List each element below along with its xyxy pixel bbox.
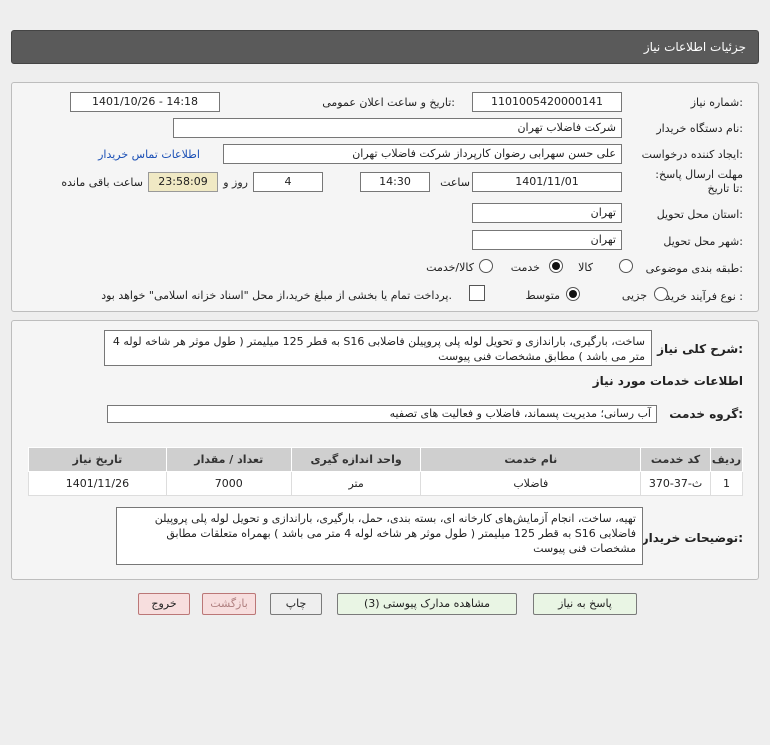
- announce-date-field: 1401/10/26 - 14:18: [70, 92, 220, 112]
- creator-field: علی حسن سهرابی رضوان کارپرداز شرکت فاضلا…: [223, 144, 622, 164]
- province-field: تهران: [472, 203, 622, 223]
- cell-service-name: فاضلاب: [420, 471, 642, 496]
- deadline-time-field: 14:30: [360, 172, 430, 192]
- cell-need-date: 1401/11/26: [28, 471, 167, 496]
- process-option-medium: متوسط: [525, 289, 560, 302]
- col-unit: واحد اندازه گیری: [290, 447, 422, 472]
- city-field: تهران: [472, 230, 622, 250]
- col-service-name: نام خدمت: [420, 447, 642, 472]
- service-group-label: گروه خدمت:: [669, 407, 743, 421]
- summary-label: شرح کلی نیاز:: [657, 342, 743, 356]
- buyer-notes-label: توضیحات خریدار:: [641, 531, 743, 545]
- category-label: طبقه بندی موضوعی:: [645, 262, 743, 275]
- services-table: ردیف کد خدمت نام خدمت واحد اندازه گیری ت…: [28, 447, 743, 496]
- remaining-label: ساعت باقی مانده: [61, 176, 143, 189]
- deadline-date-field: 1401/11/01: [472, 172, 622, 192]
- page-header: جزئیات اطلاعات نیاز: [11, 30, 759, 64]
- city-label: شهر محل تحویل:: [663, 235, 743, 248]
- buyer-notes-text: تهیه، ساخت، انجام آزمایش‌های کارخانه ای،…: [116, 507, 643, 565]
- summary-text: ساخت، بارگیری، باراندازی و تحویل لوله پل…: [104, 330, 652, 366]
- buyer-org-label: نام دستگاه خریدار:: [656, 122, 743, 135]
- remaining-days-field: 4: [253, 172, 323, 192]
- deadline-label: مهلت ارسال پاسخ: تا تاریخ:: [655, 168, 743, 195]
- col-need-date: تاریخ نیاز: [28, 447, 167, 472]
- table-row: 1 ث-37-370 فاضلاب متر 7000 1401/11/26: [28, 471, 743, 496]
- cell-row: 1: [710, 471, 743, 496]
- print-button[interactable]: چاپ: [270, 593, 322, 615]
- remaining-time-field: 23:58:09: [148, 172, 218, 192]
- category-option-service: خدمت: [510, 261, 540, 274]
- treasury-payment-note: پرداخت تمام یا بخشی از مبلغ خرید،از محل …: [101, 289, 452, 302]
- col-row: ردیف: [710, 447, 743, 472]
- need-number-field: 1101005420000141: [472, 92, 622, 112]
- process-radio-minor[interactable]: [654, 287, 668, 301]
- province-label: استان محل تحویل:: [656, 208, 743, 221]
- deadline-time-label: ساعت: [440, 176, 470, 189]
- page-title: جزئیات اطلاعات نیاز: [643, 40, 746, 54]
- process-type-label: نوع فرآیند خرید :: [665, 290, 743, 303]
- category-option-goods: کالا: [578, 261, 593, 274]
- creator-label: ایجاد کننده درخواست:: [641, 148, 743, 161]
- category-radio-goods-service[interactable]: [479, 259, 493, 273]
- process-option-minor: جزیی: [621, 289, 647, 302]
- service-group-field: آب رسانی؛ مدیریت پسماند، فاضلاب و فعالیت…: [107, 405, 657, 423]
- cell-quantity: 7000: [165, 471, 292, 496]
- announce-date-label: تاریخ و ساعت اعلان عمومی:: [322, 96, 455, 109]
- services-section-title: اطلاعات خدمات مورد نیاز: [592, 374, 743, 388]
- back-button[interactable]: بازگشت: [202, 593, 256, 615]
- col-service-code: کد خدمت: [640, 447, 712, 472]
- category-radio-goods[interactable]: [619, 259, 633, 273]
- category-option-goods-service: کالا/خدمت: [426, 261, 474, 274]
- days-label: روز و: [223, 176, 248, 189]
- exit-button[interactable]: خروج: [138, 593, 190, 615]
- process-radio-medium[interactable]: [566, 287, 580, 301]
- need-number-label: شماره نیاز:: [690, 96, 743, 109]
- col-quantity: تعداد / مقدار: [165, 447, 292, 472]
- view-attachments-button[interactable]: مشاهده مدارک پیوستی (3): [337, 593, 517, 615]
- treasury-payment-checkbox[interactable]: [469, 285, 485, 301]
- services-table-header: ردیف کد خدمت نام خدمت واحد اندازه گیری ت…: [28, 447, 743, 472]
- buyer-org-field: شرکت فاضلاب تهران: [173, 118, 622, 138]
- need-info-panel: [11, 82, 759, 312]
- cell-service-code: ث-37-370: [640, 471, 712, 496]
- reply-button[interactable]: پاسخ به نیاز: [533, 593, 637, 615]
- cell-unit: متر: [290, 471, 422, 496]
- category-radio-service[interactable]: [549, 259, 563, 273]
- buyer-contact-link[interactable]: اطلاعات تماس خریدار: [98, 148, 200, 161]
